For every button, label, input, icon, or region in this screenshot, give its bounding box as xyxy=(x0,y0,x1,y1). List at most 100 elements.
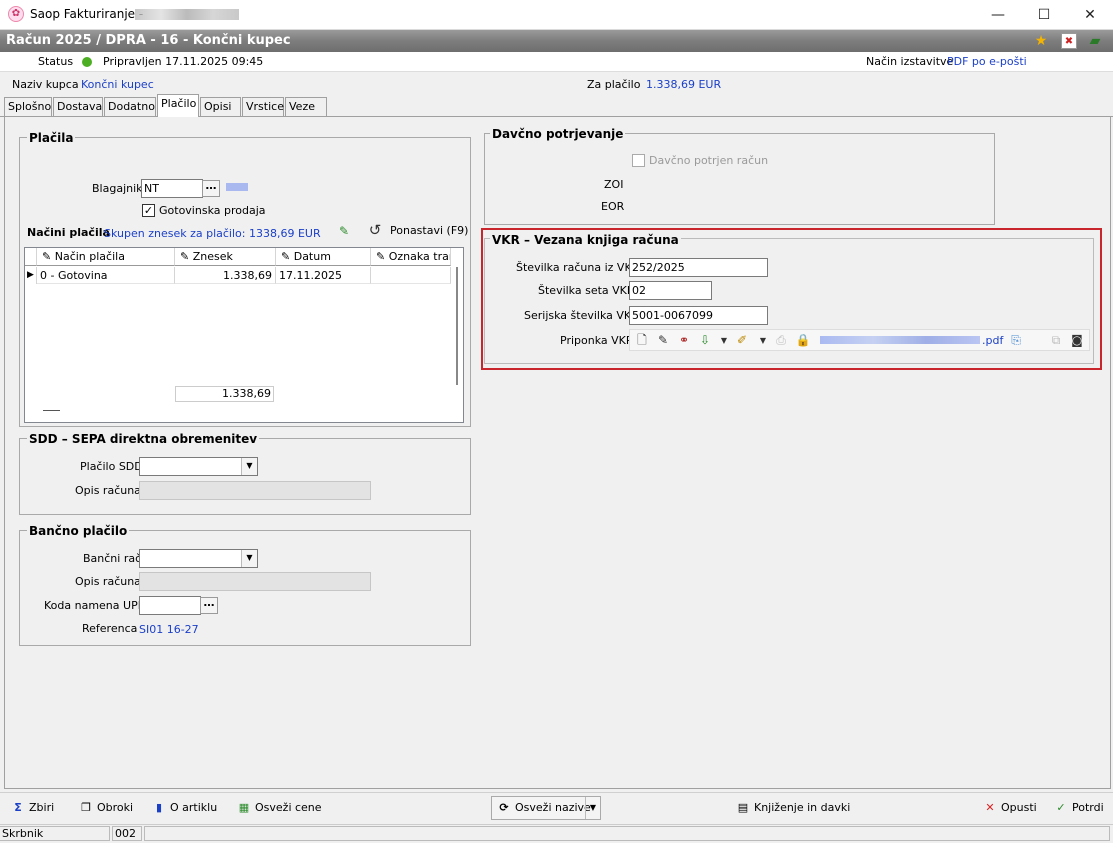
customer-label: Naziv kupca xyxy=(12,78,79,91)
zoi-label: ZOI xyxy=(604,178,624,191)
opusti-label: Opusti xyxy=(1001,801,1037,814)
col-header-text: Oznaka tran xyxy=(388,250,451,263)
koda-namena-label: Koda namena UPN xyxy=(44,599,146,612)
delete-document-icon[interactable]: ✖ xyxy=(1061,33,1077,49)
col-header-text: Znesek xyxy=(192,250,233,263)
status-indicator-icon xyxy=(82,57,92,67)
referenca-value: SI01 16-27 xyxy=(139,623,199,636)
tab-veze[interactable]: Veze xyxy=(285,97,327,116)
davcno-group xyxy=(484,133,995,225)
tab-opisi[interactable]: Opisi xyxy=(200,97,241,116)
books-icon[interactable]: ▰ xyxy=(1087,33,1103,49)
maximize-button[interactable]: ☐ xyxy=(1021,0,1067,30)
obroki-button[interactable]: ❐ Obroki xyxy=(78,797,133,819)
potrdi-button[interactable]: ✓ Potrdi xyxy=(1053,797,1104,819)
bancni-racun-select[interactable]: ▼ xyxy=(139,549,258,568)
zbiri-label: Zbiri xyxy=(29,801,55,814)
row-pointer-icon: ▶ xyxy=(25,267,37,284)
sdd-group xyxy=(19,438,471,515)
status-value: Pripravljen 17.11.2025 09:45 xyxy=(103,55,264,68)
grid-footer-line xyxy=(43,410,60,411)
blagajnik-browse-button[interactable]: … xyxy=(202,180,220,197)
delivery-method-label: Način izstavitve xyxy=(866,55,954,68)
sdd-opis-label: Opis računa xyxy=(75,484,141,497)
zbiri-button[interactable]: Σ Zbiri xyxy=(10,797,54,819)
gotovinska-checkbox[interactable]: ✓ xyxy=(142,204,155,217)
grid-col-nacin[interactable]: ✎ Način plačila xyxy=(37,248,175,266)
reset-icon[interactable]: ↺ xyxy=(367,222,383,238)
chevron-down-icon[interactable]: ▼ xyxy=(241,550,257,567)
grid-col-znesek[interactable]: ✎ Znesek xyxy=(175,248,276,266)
placilo-sdd-select[interactable]: ▼ xyxy=(139,457,258,476)
potrdi-label: Potrdi xyxy=(1072,801,1104,814)
davcno-title: Davčno potrjevanje xyxy=(490,127,626,141)
amount-due-label: Za plačilo xyxy=(587,78,641,91)
pencil-icon: ✎ xyxy=(180,250,193,263)
gotovinska-label: Gotovinska prodaja xyxy=(159,204,266,217)
osvezi-nazive-label: Osveži nazive xyxy=(515,801,591,814)
payments-grid: ✎ Način plačila ✎ Znesek ✎ Datum ✎ Oznak… xyxy=(24,247,464,423)
chevron-down-icon[interactable]: ▼ xyxy=(241,458,257,475)
opusti-button[interactable]: ✕ Opusti xyxy=(982,797,1037,819)
osvezi-nazive-content[interactable]: ⟳ Osveži nazive xyxy=(496,797,591,819)
blagajnik-input[interactable]: NT xyxy=(141,179,203,198)
chevron-down-icon[interactable]: ▼ xyxy=(585,797,600,819)
pencil-icon: ✎ xyxy=(376,250,389,263)
bancno-title: Bančno plačilo xyxy=(27,524,130,538)
knjizenje-label: Knjiženje in davki xyxy=(754,801,851,814)
pencil-icon: ✎ xyxy=(281,250,294,263)
tab-dodatno[interactable]: Dodatno xyxy=(104,97,156,116)
sdd-opis-input xyxy=(139,481,371,500)
document-header: Račun 2025 / DPRA - 16 - Končni kupec xyxy=(0,30,1113,52)
o-artiklu-label: O artiklu xyxy=(170,801,218,814)
brush-icon[interactable]: ✎ xyxy=(336,223,352,239)
tab-placilo[interactable]: Plačilo xyxy=(157,94,199,117)
window-title: Saop Fakturiranje - xyxy=(30,7,144,21)
delivery-method-value[interactable]: PDF po e-pošti xyxy=(947,55,1027,68)
blurred-title-text xyxy=(135,9,239,20)
statusbar-user: Skrbnik xyxy=(0,826,110,841)
tab-vrstice[interactable]: Vrstice xyxy=(242,97,284,116)
knjizenje-button[interactable]: ▤ Knjiženje in davki xyxy=(735,797,851,819)
cancel-icon: ✕ xyxy=(985,801,995,814)
osvezi-cene-button[interactable]: ▦ Osveži cene xyxy=(236,797,322,819)
grid-scrollbar[interactable] xyxy=(456,267,458,385)
amount-due-value: 1.338,69 EUR xyxy=(646,78,722,91)
grid-col-oznaka[interactable]: ✎ Oznaka tran xyxy=(371,248,451,266)
refresh-names-icon: ⟳ xyxy=(499,801,509,814)
cell-oznaka[interactable] xyxy=(371,267,451,284)
obroki-label: Obroki xyxy=(97,801,134,814)
blurred-blagajnik-name xyxy=(226,183,248,191)
favorite-star-icon[interactable]: ★ xyxy=(1033,33,1049,49)
col-header-text: Datum xyxy=(293,250,331,263)
grid-corner xyxy=(25,248,37,266)
app-logo-icon: ✿ xyxy=(8,6,24,22)
highlight-box xyxy=(481,228,1102,370)
pencil-icon: ✎ xyxy=(42,250,55,263)
minimize-button[interactable]: — xyxy=(975,0,1021,30)
bancno-opis-label: Opis računa xyxy=(75,575,141,588)
koda-browse-button[interactable]: … xyxy=(200,597,218,614)
article-icon: ▮ xyxy=(155,801,163,814)
status-label: Status xyxy=(38,55,74,68)
placila-title: Plačila xyxy=(27,131,76,145)
ledger-icon: ▤ xyxy=(737,801,749,814)
installments-icon: ❐ xyxy=(81,801,91,814)
tab-splosno[interactable]: Splošno xyxy=(4,97,52,116)
cell-znesek[interactable]: 1.338,69 xyxy=(175,267,276,284)
skupen-znesek-label: Skupen znesek za plačilo: 1338,69 EUR xyxy=(104,227,321,240)
o-artiklu-button[interactable]: ▮ O artiklu xyxy=(151,797,217,819)
koda-namena-input[interactable] xyxy=(139,596,201,615)
cell-datum[interactable]: 17.11.2025 xyxy=(276,267,371,284)
close-button[interactable]: ✕ xyxy=(1067,0,1113,30)
bancno-opis-input xyxy=(139,572,371,591)
tab-dostava[interactable]: Dostava xyxy=(53,97,103,116)
ponastavi-button[interactable]: Ponastavi (F9) xyxy=(390,224,468,237)
grid-total: 1.338,69 xyxy=(175,386,274,402)
eor-label: EOR xyxy=(601,200,625,213)
grid-col-datum[interactable]: ✎ Datum xyxy=(276,248,371,266)
sdd-title: SDD – SEPA direktna obremenitev xyxy=(27,432,260,446)
cell-nacin[interactable]: 0 - Gotovina xyxy=(37,267,175,284)
customer-value[interactable]: Končni kupec xyxy=(81,78,154,91)
davcno-potrjen-checkbox xyxy=(632,154,645,167)
